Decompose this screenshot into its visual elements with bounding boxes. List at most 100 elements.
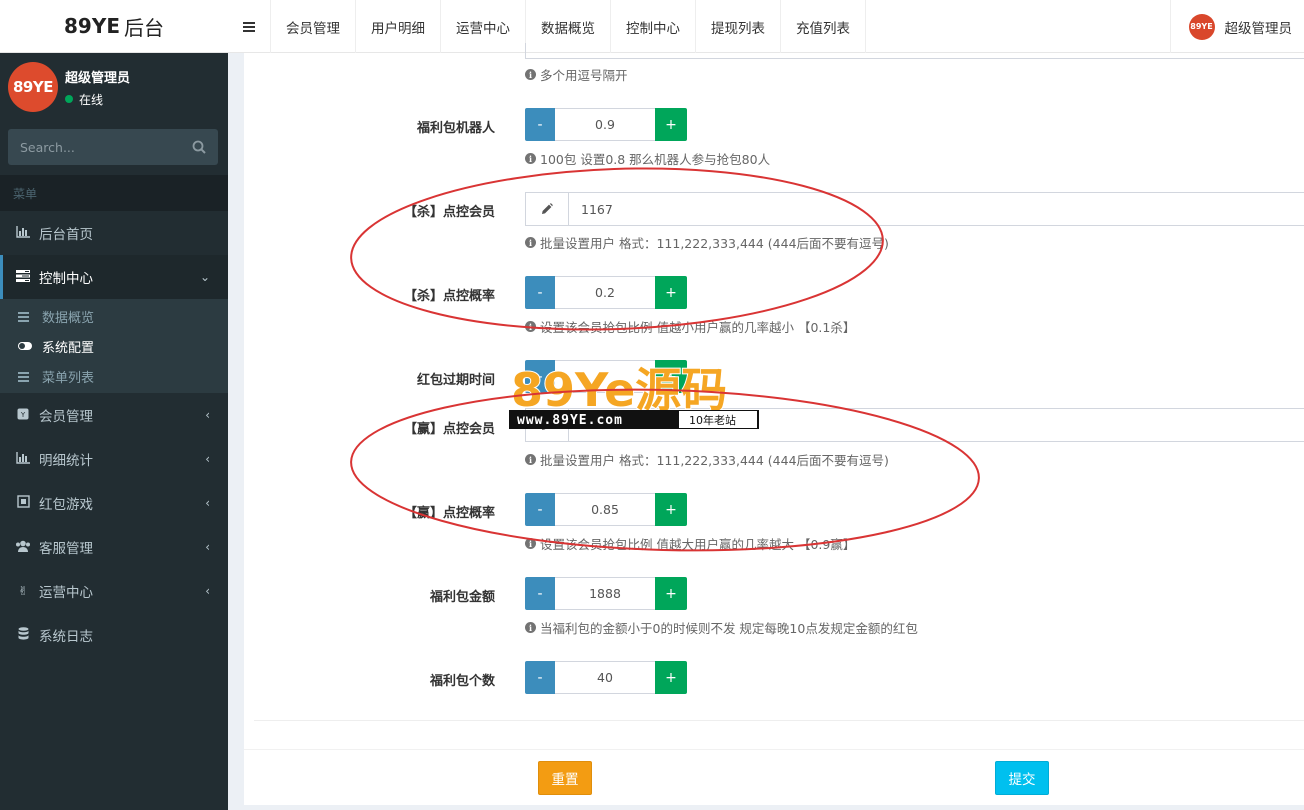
kill-member-help: i 批量设置用户 格式：111,222,333,444 (444后面不要有逗号) xyxy=(525,233,889,252)
expire-plus-button[interactable]: + xyxy=(655,360,687,393)
topnav-member[interactable]: 会员管理 xyxy=(271,0,356,53)
sidebar-item-service[interactable]: 客服管理 ‹ xyxy=(0,525,228,569)
kill-rate-minus-button[interactable]: - xyxy=(525,276,555,309)
sidebar-item-label: 后台首页 xyxy=(39,227,93,243)
sidebar-user-name: 超级管理员 xyxy=(65,70,131,86)
list-icon xyxy=(18,369,34,383)
sidebar-item-label: 控制中心 xyxy=(39,271,93,287)
help-text: 100包 设置0.8 那么机器人参与抢包80人 xyxy=(540,152,771,167)
win-rate-minus-button[interactable]: - xyxy=(525,493,555,526)
pencil-icon xyxy=(526,193,569,225)
help-text: 多个用逗号隔开 xyxy=(540,68,628,83)
sidebar-item-label: 运营中心 xyxy=(39,585,93,601)
robot-plus-button[interactable]: + xyxy=(655,108,687,141)
users-icon xyxy=(15,540,31,555)
win-member-input[interactable] xyxy=(569,409,1304,441)
expire-input[interactable] xyxy=(555,360,655,393)
chevron-left-icon: ‹ xyxy=(205,408,210,422)
sidebar-subitem-menu-list[interactable]: 菜单列表 xyxy=(0,361,228,391)
brand-strong: 89YE xyxy=(64,14,120,38)
count-stepper: - + xyxy=(525,661,687,694)
top-help-text: i 多个用逗号隔开 xyxy=(525,65,628,84)
search-icon[interactable] xyxy=(192,140,206,154)
expire-minus-button[interactable]: - xyxy=(525,360,555,393)
frame-icon xyxy=(15,495,31,511)
list-icon xyxy=(18,309,34,323)
toggle-icon xyxy=(18,339,34,353)
win-rate-label: 【赢】点控概率 xyxy=(403,506,495,521)
sidebar-item-label: 会员管理 xyxy=(39,409,93,425)
pencil-icon xyxy=(526,409,569,441)
config-form: i 多个用逗号隔开 福利包机器人 - + i 100包 设置0.8 那么机器人参与抢… xyxy=(244,43,1304,805)
kill-member-field xyxy=(525,192,1304,226)
reset-button[interactable]: 重置 xyxy=(538,761,592,795)
win-rate-input[interactable] xyxy=(555,493,655,526)
sidebar-item-operation[interactable]: ✌ 运营中心 ‹ xyxy=(0,569,228,613)
info-icon: i xyxy=(525,321,536,332)
chevron-left-icon: ‹ xyxy=(205,496,210,510)
form-divider xyxy=(254,720,1304,721)
database-icon xyxy=(15,627,31,643)
count-input[interactable] xyxy=(555,661,655,694)
online-status-text: 在线 xyxy=(79,92,104,107)
hamburger-icon xyxy=(243,25,255,28)
badge-icon: Y xyxy=(15,408,31,423)
chevron-left-icon: ‹ xyxy=(205,452,210,466)
robot-minus-button[interactable]: - xyxy=(525,108,555,141)
user-panel: 89YE 超级管理员 在线 xyxy=(0,53,228,121)
chevron-down-icon: ⌄ xyxy=(199,270,210,284)
robot-help: i 100包 设置0.8 那么机器人参与抢包80人 xyxy=(525,149,770,168)
sidebar-item-home[interactable]: 后台首页 xyxy=(0,211,228,255)
sidebar-subitem-config[interactable]: 系统配置 xyxy=(0,331,228,361)
sidebar-submenu: 数据概览 系统配置 菜单列表 xyxy=(0,299,228,393)
footer-divider xyxy=(244,749,1304,750)
robot-label: 福利包机器人 xyxy=(416,121,495,136)
menu-header: 菜单 xyxy=(0,175,228,211)
chevron-left-icon: ‹ xyxy=(205,540,210,554)
count-minus-button[interactable]: - xyxy=(525,661,555,694)
kill-member-input[interactable] xyxy=(569,193,1304,225)
win-rate-stepper: - + xyxy=(525,493,687,526)
count-label: 福利包个数 xyxy=(429,674,495,689)
sidebar-item-stats[interactable]: 明细统计 ‹ xyxy=(0,437,228,481)
sidebar-search-input[interactable] xyxy=(20,139,192,155)
sidebar-item-redpacket[interactable]: 红包游戏 ‹ xyxy=(0,481,228,525)
hand-peace-icon: ✌ xyxy=(17,584,29,598)
win-rate-plus-button[interactable]: + xyxy=(655,493,687,526)
sidebar-item-label: 客服管理 xyxy=(39,541,93,557)
sidebar-subitem-overview[interactable]: 数据概览 xyxy=(0,301,228,331)
svg-text:Y: Y xyxy=(20,411,26,419)
kill-rate-plus-button[interactable]: + xyxy=(655,276,687,309)
count-plus-button[interactable]: + xyxy=(655,661,687,694)
amount-input[interactable] xyxy=(555,577,655,610)
help-text: 设置该会员抢包比例 值越小用户赢的几率越小 【0.1杀】 xyxy=(540,320,856,335)
info-icon: i xyxy=(525,454,536,465)
sidebar-item-log[interactable]: 系统日志 xyxy=(0,613,228,657)
win-member-label: 【赢】点控会员 xyxy=(403,422,495,437)
submit-button[interactable]: 提交 xyxy=(995,761,1049,795)
user-avatar-small: 89YE xyxy=(1188,13,1215,40)
topnav-operation[interactable]: 运营中心 xyxy=(441,0,526,53)
online-status: 在线 xyxy=(65,91,130,108)
amount-plus-button[interactable]: + xyxy=(655,577,687,610)
topnav-user-name: 超级管理员 xyxy=(1224,20,1293,37)
amount-minus-button[interactable]: - xyxy=(525,577,555,610)
user-avatar: 89YE xyxy=(8,62,58,112)
win-rate-help: i 设置该会员抢包比例 值越大用户赢的几率越大 【0.9赢】 xyxy=(525,534,855,553)
sidebar-search xyxy=(8,129,218,165)
sidebar-item-control[interactable]: 控制中心 ⌄ xyxy=(0,255,228,299)
topnav-user-detail[interactable]: 用户明细 xyxy=(356,0,441,53)
kill-rate-input[interactable] xyxy=(555,276,655,309)
bar-chart-icon xyxy=(15,451,31,467)
win-member-field xyxy=(525,408,1304,442)
sidebar-subitem-label: 菜单列表 xyxy=(42,370,95,386)
help-text: 设置该会员抢包比例 值越大用户赢的几率越大 【0.9赢】 xyxy=(540,537,856,552)
expire-stepper: - + xyxy=(525,360,687,393)
help-text: 当福利包的金额小于0的时候则不发 规定每晚10点发规定金额的红包 xyxy=(540,621,918,636)
sidebar-subitem-label: 数据概览 xyxy=(42,310,95,326)
brand-logo[interactable]: 89YE 后台 xyxy=(0,0,228,53)
sidebar-item-member[interactable]: Y 会员管理 ‹ xyxy=(0,393,228,437)
robot-input[interactable] xyxy=(555,108,655,141)
sidebar-toggle-button[interactable] xyxy=(228,0,271,53)
info-icon: i xyxy=(525,153,536,164)
